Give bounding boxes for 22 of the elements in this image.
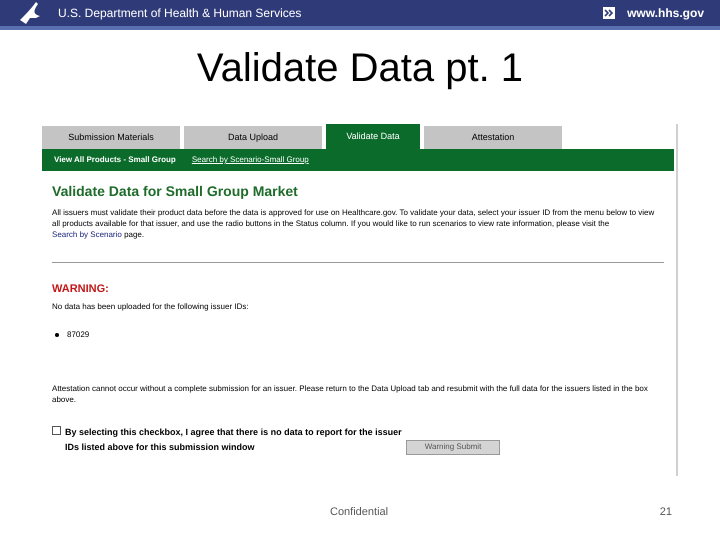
footer-note: Confidential <box>330 505 388 520</box>
tab[interactable]: Attestation <box>424 126 562 149</box>
slide-title: Validate Data pt. 1 <box>196 45 524 92</box>
subnav-link[interactable]: View All Products - Small Group <box>54 154 176 166</box>
warning-title: WARNING: <box>52 282 110 297</box>
tab[interactable]: Data Upload <box>184 126 322 149</box>
attestation-note: Attestation cannot occur without a complete submission for an issuer. Please return to the Data Upload tab and resubmit with the full data for the issuers listed in the box above. <box>52 382 649 404</box>
page-heading: Validate Data for Small Group Market <box>52 182 299 201</box>
checkbox[interactable] <box>52 426 61 434</box>
double-chevron-icon <box>603 7 616 19</box>
page-number: 21 <box>660 505 672 520</box>
tab[interactable]: Validate Data <box>326 124 420 149</box>
scenario-link[interactable]: Search by Scenario <box>52 230 122 239</box>
issuer-id: 87029 <box>67 328 90 340</box>
warning-text: No data has been uploaded for the following issuer IDs: <box>52 300 250 312</box>
agency-name: U.S. Department of Health & Human Services <box>58 5 302 22</box>
website-link[interactable]: www.hhs.gov <box>627 4 704 22</box>
intro-paragraph: All issuers must validate their product data before the data is approved for use on Healthcare.gov. To validate your data, select your issuer ID from the menu below to view all products available for that issuer, and use the radio buttons in the Status column. If you would like to run scenarios to view rate information, please visit the Search by Scenario page. <box>52 207 656 240</box>
tab[interactable]: Submission Materials <box>42 126 180 149</box>
subnav-link[interactable]: Search by Scenario-Small Group <box>192 154 309 166</box>
checkbox-label: By selecting this checkbox, I agree that there is no data to report for the issuer IDs listed above for this submission window <box>65 426 402 454</box>
bullet-icon <box>55 332 59 336</box>
